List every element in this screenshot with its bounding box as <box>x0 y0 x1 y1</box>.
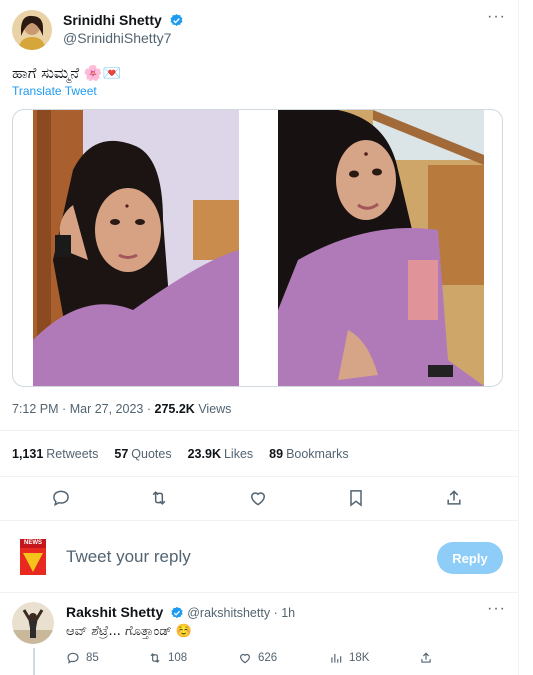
retweet-icon <box>150 653 160 663</box>
composer-avatar-text: NEWS <box>24 540 42 546</box>
translate-link[interactable]: Translate Tweet <box>12 84 97 98</box>
engagement-stats: 1,131 Retweets 57 Quotes 23.9K Likes 89 Book… <box>12 447 349 461</box>
retweet-count: 108 <box>168 652 188 664</box>
tweet-date[interactable]: Mar 27, 2023 <box>70 402 144 416</box>
stat-bookmarks[interactable]: 89 Bookmarks <box>269 447 348 461</box>
views-icon <box>331 653 342 663</box>
reply-like-action[interactable]: 626 <box>238 651 277 665</box>
meta-separator: · <box>146 402 152 416</box>
reply-separator: · <box>273 606 278 620</box>
reply-reply-action[interactable]: 85 <box>66 651 99 665</box>
tweet-meta: 7:12 PM · Mar 27, 2023 · 275.2K Views <box>12 402 231 416</box>
composer-avatar[interactable]: NEWS <box>20 539 46 575</box>
reply-author-name[interactable]: Rakshit Shetty <box>66 604 163 620</box>
tweet-media[interactable] <box>12 109 503 387</box>
share-icon <box>421 652 431 663</box>
stat-retweets[interactable]: 1,131 Retweets <box>12 447 98 461</box>
tweet-time[interactable]: 7:12 PM <box>12 402 59 416</box>
author-name[interactable]: Srinidhi Shetty <box>63 12 162 28</box>
views-count: 275.2K <box>154 402 195 416</box>
author-handle[interactable]: @SrinidhiShetty7 <box>63 30 171 46</box>
reply-retweet-action[interactable]: 108 <box>148 651 187 665</box>
reply-count: 85 <box>86 652 99 664</box>
divider <box>0 520 519 521</box>
stat-likes[interactable]: 23.9K Likes <box>188 447 254 461</box>
like-icon <box>240 653 250 664</box>
reply-input[interactable]: Tweet your reply <box>66 547 191 567</box>
retweet-icon[interactable] <box>149 488 169 508</box>
views-label: Views <box>198 402 232 416</box>
reply-button[interactable]: Reply <box>437 542 503 574</box>
meta-separator: · <box>62 402 67 416</box>
reply-text: ಆವ್ ಶೆಟ್ರೆ... ಗೊತ್ತಾಂಡ್ ☺️ <box>66 624 193 639</box>
divider <box>0 430 519 431</box>
reply-author-avatar[interactable] <box>12 602 54 644</box>
like-count: 626 <box>258 652 278 664</box>
reply-header: Rakshit Shetty @rakshitshetty · 1h <box>66 604 295 623</box>
thread-line <box>33 648 35 675</box>
reply-author-handle[interactable]: @rakshitshetty <box>187 606 270 620</box>
bookmark-icon[interactable] <box>346 488 366 508</box>
reply-actions: 85 108 626 18K <box>66 651 506 669</box>
more-icon[interactable]: ··· <box>487 8 506 26</box>
author-avatar[interactable] <box>12 10 52 50</box>
verified-icon <box>169 13 184 33</box>
photo-left[interactable] <box>33 110 239 386</box>
reply-share-action[interactable] <box>419 651 433 665</box>
divider <box>0 476 519 477</box>
divider <box>0 592 519 593</box>
views-count-reply: 18K <box>349 652 370 664</box>
verified-icon <box>170 606 184 623</box>
reply-views-action[interactable]: 18K <box>329 651 369 665</box>
reply-icon[interactable] <box>51 488 71 508</box>
reply-icon <box>67 652 79 664</box>
share-icon[interactable] <box>444 488 464 508</box>
reply-time[interactable]: 1h <box>281 606 295 620</box>
tweet-detail-panel: Srinidhi Shetty @SrinidhiShetty7 ··· ಹಾಗ… <box>0 0 519 675</box>
photo-right[interactable] <box>278 110 484 386</box>
tweet-text: ಹಾಗೆ ಸುಮ್ಮನೆ 🌸💌 <box>12 64 122 82</box>
stat-quotes[interactable]: 57 Quotes <box>114 447 171 461</box>
tweet-actions <box>0 484 519 512</box>
more-icon[interactable]: ··· <box>487 600 506 618</box>
like-icon[interactable] <box>248 488 268 508</box>
